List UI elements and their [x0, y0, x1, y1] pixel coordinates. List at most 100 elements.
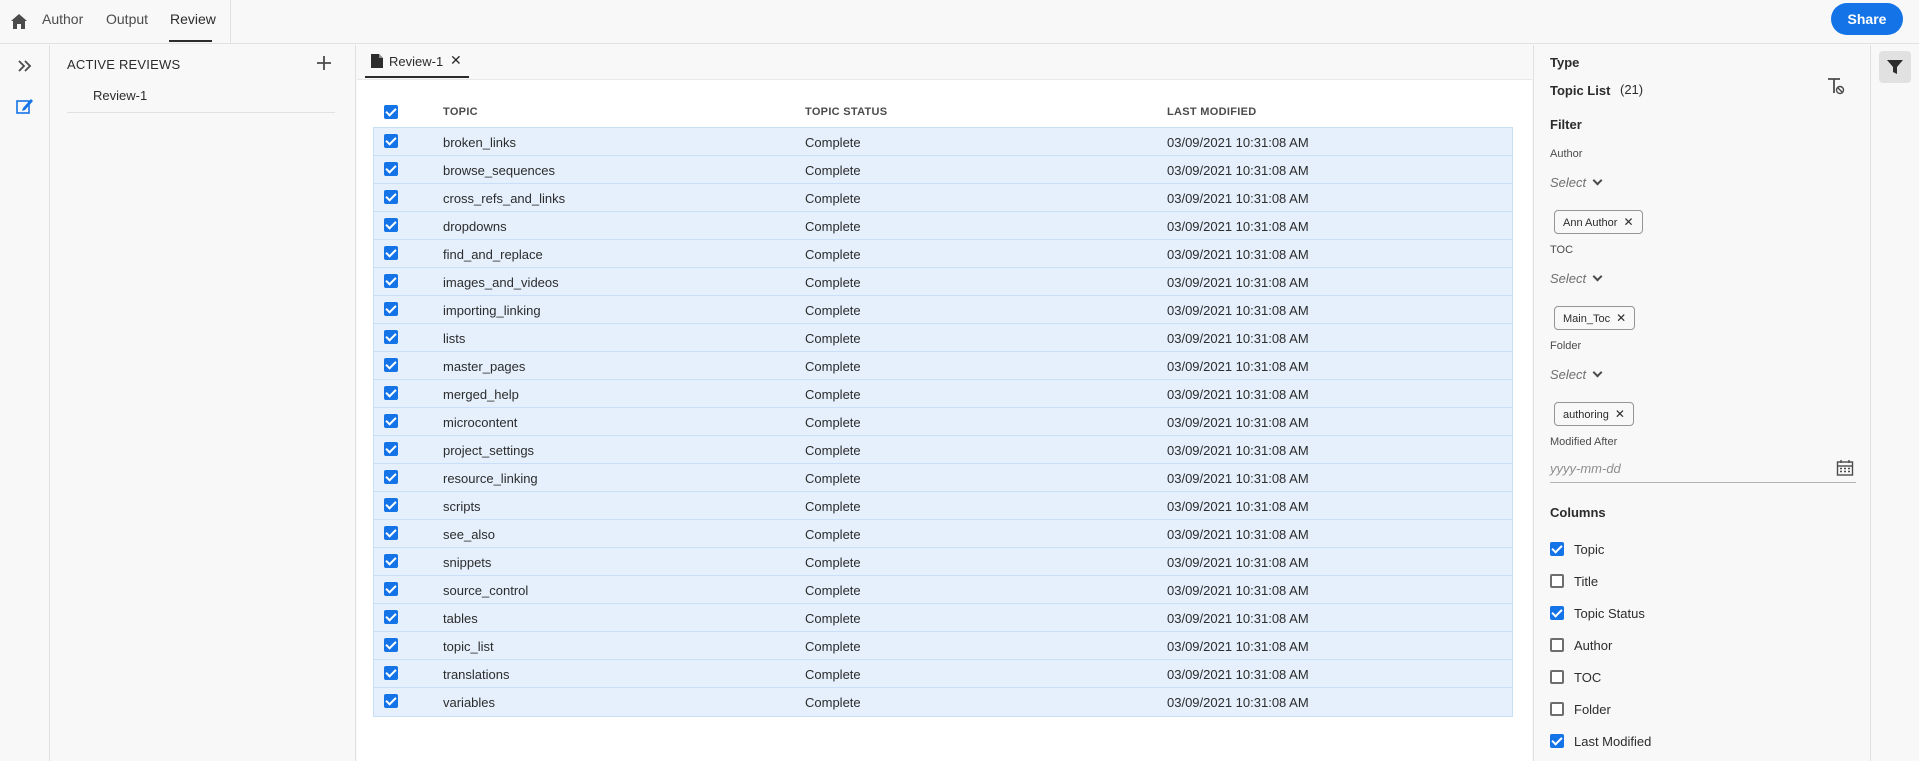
filter-toggle-button[interactable] [1879, 51, 1911, 83]
home-icon[interactable] [8, 10, 30, 32]
row-checkbox[interactable] [384, 638, 398, 652]
tab-output[interactable]: Output [106, 11, 148, 27]
table-row[interactable]: cross_refs_and_links Complete 03/09/2021 1… [374, 184, 1512, 212]
tab-review[interactable]: Review [170, 11, 216, 27]
toc-select[interactable]: Select [1550, 271, 1603, 286]
topic-cell[interactable]: resource_linking [443, 471, 538, 486]
table-row[interactable]: snippets Complete 03/09/2021 10:31:08 AM [374, 548, 1512, 576]
table-row[interactable]: variables Complete 03/09/2021 10:31:08 AM [374, 688, 1512, 716]
author-select[interactable]: Select [1550, 175, 1603, 190]
table-row[interactable]: dropdowns Complete 03/09/2021 10:31:08 AM [374, 212, 1512, 240]
topic-cell[interactable]: tables [443, 611, 478, 626]
table-row[interactable]: broken_links Complete 03/09/2021 10:31:08 … [374, 128, 1512, 156]
table-row[interactable]: project_settings Complete 03/09/2021 10:31… [374, 436, 1512, 464]
table-row[interactable]: lists Complete 03/09/2021 10:31:08 AM [374, 324, 1512, 352]
double-chevron-right-icon[interactable] [14, 55, 36, 77]
topic-cell[interactable]: merged_help [443, 387, 519, 402]
topic-cell[interactable]: broken_links [443, 135, 516, 150]
row-checkbox[interactable] [384, 582, 398, 596]
row-checkbox[interactable] [384, 246, 398, 260]
close-icon[interactable]: ✕ [450, 52, 462, 69]
topic-cell[interactable]: lists [443, 331, 465, 346]
remove-tag-icon[interactable]: ✕ [1623, 215, 1633, 229]
row-checkbox[interactable] [384, 218, 398, 232]
column-checkbox[interactable] [1550, 574, 1564, 588]
table-row[interactable]: see_also Complete 03/09/2021 10:31:08 AM [374, 520, 1512, 548]
row-checkbox[interactable] [384, 330, 398, 344]
column-checkbox[interactable] [1550, 606, 1564, 620]
row-checkbox[interactable] [384, 694, 398, 708]
remove-tag-icon[interactable]: ✕ [1616, 311, 1626, 325]
clear-format-icon[interactable] [1824, 75, 1846, 97]
row-checkbox[interactable] [384, 190, 398, 204]
column-checkbox[interactable] [1550, 638, 1564, 652]
row-checkbox[interactable] [384, 358, 398, 372]
row-checkbox[interactable] [384, 470, 398, 484]
review-edit-icon[interactable] [14, 95, 36, 117]
table-row[interactable]: images_and_videos Complete 03/09/2021 10:3… [374, 268, 1512, 296]
calendar-icon[interactable] [1836, 459, 1854, 477]
table-row[interactable]: topic_list Complete 03/09/2021 10:31:08 AM [374, 632, 1512, 660]
row-checkbox[interactable] [384, 162, 398, 176]
row-checkbox[interactable] [384, 554, 398, 568]
column-checkbox[interactable] [1550, 670, 1564, 684]
table-row[interactable]: source_control Complete 03/09/2021 10:31:0… [374, 576, 1512, 604]
column-header-modified[interactable]: LAST MODIFIED [1167, 106, 1256, 118]
author-label: Author [1550, 148, 1583, 160]
topic-cell[interactable]: snippets [443, 555, 491, 570]
row-checkbox[interactable] [384, 386, 398, 400]
topic-cell[interactable]: master_pages [443, 359, 525, 374]
column-header-topic[interactable]: TOPIC [443, 106, 478, 118]
topic-cell[interactable]: dropdowns [443, 219, 507, 234]
column-header-status[interactable]: TOPIC STATUS [805, 106, 887, 118]
table-row[interactable]: resource_linking Complete 03/09/2021 10:31… [374, 464, 1512, 492]
row-checkbox[interactable] [384, 302, 398, 316]
review-list-item[interactable]: Review-1 [67, 85, 335, 113]
modified-cell: 03/09/2021 10:31:08 AM [1167, 387, 1309, 402]
topic-cell[interactable]: find_and_replace [443, 247, 543, 262]
chevron-down-icon [1592, 367, 1603, 378]
row-checkbox[interactable] [384, 666, 398, 680]
column-checkbox[interactable] [1550, 542, 1564, 556]
table-row[interactable]: browse_sequences Complete 03/09/2021 10:31… [374, 156, 1512, 184]
topic-cell[interactable]: topic_list [443, 639, 494, 654]
topic-cell[interactable]: project_settings [443, 443, 534, 458]
column-option-label: Topic [1574, 542, 1605, 557]
topic-cell[interactable]: scripts [443, 499, 481, 514]
table-row[interactable]: find_and_replace Complete 03/09/2021 10:31… [374, 240, 1512, 268]
column-checkbox[interactable] [1550, 702, 1564, 716]
column-checkbox[interactable] [1550, 734, 1564, 748]
row-checkbox[interactable] [384, 610, 398, 624]
modified-after-date-input[interactable]: yyyy-mm-dd [1550, 455, 1856, 483]
folder-tag: authoring ✕ [1554, 402, 1634, 426]
select-all-checkbox[interactable] [384, 105, 398, 119]
table-row[interactable]: translations Complete 03/09/2021 10:31:08 … [374, 660, 1512, 688]
row-checkbox[interactable] [384, 134, 398, 148]
topic-cell[interactable]: browse_sequences [443, 163, 555, 178]
topic-cell[interactable]: cross_refs_and_links [443, 191, 565, 206]
table-row[interactable]: merged_help Complete 03/09/2021 10:31:08 A… [374, 380, 1512, 408]
topic-cell[interactable]: translations [443, 667, 509, 682]
topic-cell[interactable]: microcontent [443, 415, 517, 430]
row-checkbox[interactable] [384, 442, 398, 456]
table-row[interactable]: master_pages Complete 03/09/2021 10:31:08 … [374, 352, 1512, 380]
table-row[interactable]: scripts Complete 03/09/2021 10:31:08 AM [374, 492, 1512, 520]
topic-cell[interactable]: images_and_videos [443, 275, 559, 290]
table-row[interactable]: tables Complete 03/09/2021 10:31:08 AM [374, 604, 1512, 632]
tab-author[interactable]: Author [42, 11, 83, 27]
row-checkbox[interactable] [384, 498, 398, 512]
topic-cell[interactable]: see_also [443, 527, 495, 542]
share-button[interactable]: Share [1831, 3, 1903, 35]
document-tab[interactable]: Review-1 ✕ [365, 45, 469, 78]
plus-icon[interactable] [314, 53, 334, 73]
table-row[interactable]: importing_linking Complete 03/09/2021 10:3… [374, 296, 1512, 324]
remove-tag-icon[interactable]: ✕ [1615, 407, 1625, 421]
topic-cell[interactable]: variables [443, 695, 495, 710]
folder-select[interactable]: Select [1550, 367, 1603, 382]
row-checkbox[interactable] [384, 414, 398, 428]
row-checkbox[interactable] [384, 526, 398, 540]
row-checkbox[interactable] [384, 274, 398, 288]
topic-cell[interactable]: source_control [443, 583, 528, 598]
table-row[interactable]: microcontent Complete 03/09/2021 10:31:08 … [374, 408, 1512, 436]
topic-cell[interactable]: importing_linking [443, 303, 541, 318]
